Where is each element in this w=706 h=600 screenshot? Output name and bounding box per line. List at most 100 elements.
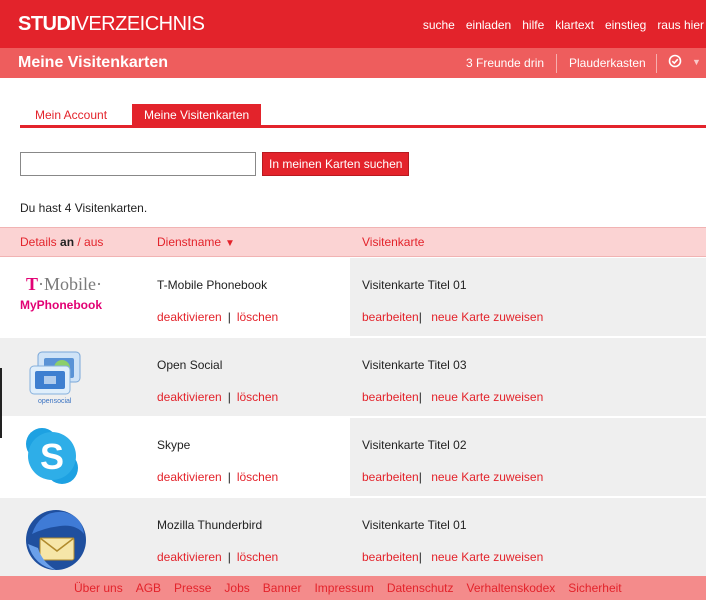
- site-logo[interactable]: STUDIVERZEICHNIS: [18, 13, 205, 36]
- details-separator: /: [74, 235, 85, 249]
- divider: [656, 54, 657, 73]
- edit-link[interactable]: bearbeiten: [362, 550, 419, 564]
- top-bar: STUDIVERZEICHNIS suche einladen hilfe kl…: [0, 0, 706, 48]
- title-bar: Meine Visitenkarten 3 Freunde drin Plaud…: [0, 48, 706, 78]
- row-card-cell: [350, 258, 706, 336]
- column-service-name[interactable]: Dienstname ▼: [157, 235, 235, 249]
- card-actions: bearbeiten| neue Karte zuweisen: [362, 390, 543, 404]
- service-name: T-Mobile Phonebook: [157, 278, 268, 292]
- service-name: Skype: [157, 438, 191, 452]
- search-input[interactable]: [20, 152, 256, 176]
- card-actions: bearbeiten| neue Karte zuweisen: [362, 310, 543, 324]
- row-card-cell: [350, 418, 706, 496]
- card-actions: bearbeiten| neue Karte zuweisen: [362, 550, 543, 564]
- link-separator: |: [418, 550, 422, 564]
- table-row: Mozilla Thunderbird deaktivieren | löschen…: [0, 498, 706, 576]
- table-row: opensocial Open Social deaktivieren | lösc…: [0, 338, 706, 416]
- thunderbird-logo: [20, 504, 140, 570]
- service-actions: deaktivieren | löschen: [157, 550, 278, 564]
- tmobile-wordmark-text: ·Mobile·: [38, 274, 102, 294]
- footer: Über uns AGB Presse Jobs Banner Impressu…: [0, 576, 706, 600]
- edit-link[interactable]: bearbeiten: [362, 390, 419, 404]
- edge-marker: [0, 368, 2, 438]
- nav-start[interactable]: einstieg: [605, 18, 646, 32]
- skype-logo: S: [20, 424, 140, 490]
- tab-my-account[interactable]: Mein Account: [23, 104, 119, 125]
- nav-klartext[interactable]: klartext: [555, 18, 594, 32]
- chat-link[interactable]: Plauderkasten: [569, 56, 646, 70]
- delete-link[interactable]: löschen: [237, 550, 278, 564]
- service-actions: deaktivieren | löschen: [157, 390, 278, 404]
- deactivate-link[interactable]: deaktivieren: [157, 310, 222, 324]
- row-service-cell: T·Mobile· MyPhonebook T-Mobile Phonebook…: [0, 258, 350, 336]
- footer-code-of-conduct[interactable]: Verhaltenskodex: [467, 581, 556, 595]
- assign-card-link[interactable]: neue Karte zuweisen: [431, 390, 543, 404]
- row-card-cell: [350, 338, 706, 416]
- sort-down-icon: ▼: [225, 238, 235, 249]
- assign-card-link[interactable]: neue Karte zuweisen: [431, 550, 543, 564]
- myphonebook-label: MyPhonebook: [20, 298, 103, 312]
- card-title: Visitenkarte Titel 01: [362, 278, 467, 292]
- details-toggle: Details an / aus: [20, 235, 103, 249]
- details-on-link[interactable]: an: [60, 235, 74, 249]
- footer-security[interactable]: Sicherheit: [568, 581, 621, 595]
- top-nav: suche einladen hilfe klartext einstieg r…: [423, 18, 704, 32]
- details-off-link[interactable]: aus: [84, 235, 103, 249]
- link-separator: |: [227, 310, 231, 324]
- table-header: Details an / aus Dienstname ▼ Visitenkart…: [0, 227, 706, 257]
- skype-icon: S: [26, 428, 78, 484]
- row-service-cell: opensocial Open Social deaktivieren | lösc…: [0, 338, 350, 416]
- card-title: Visitenkarte Titel 01: [362, 518, 467, 532]
- card-count: Du hast 4 Visitenkarten.: [20, 201, 148, 215]
- details-label: Details: [20, 235, 61, 249]
- footer-about[interactable]: Über uns: [74, 581, 123, 595]
- tmobile-wordmark: T·Mobile·: [26, 274, 102, 295]
- footer-jobs[interactable]: Jobs: [224, 581, 249, 595]
- assign-card-link[interactable]: neue Karte zuweisen: [431, 470, 543, 484]
- service-name: Open Social: [157, 358, 223, 372]
- thunderbird-icon: [26, 510, 86, 570]
- footer-links: Über uns AGB Presse Jobs Banner Impressu…: [74, 581, 622, 595]
- row-card-cell: [350, 498, 706, 576]
- footer-privacy[interactable]: Datenschutz: [387, 581, 454, 595]
- edit-link[interactable]: bearbeiten: [362, 310, 419, 324]
- edit-link[interactable]: bearbeiten: [362, 470, 419, 484]
- card-actions: bearbeiten| neue Karte zuweisen: [362, 470, 543, 484]
- column-service-label: Dienstname: [157, 235, 222, 249]
- service-name: Mozilla Thunderbird: [157, 518, 263, 532]
- nav-help[interactable]: hilfe: [522, 18, 544, 32]
- link-separator: |: [418, 310, 422, 324]
- nav-invite[interactable]: einladen: [466, 18, 511, 32]
- tmobile-t-icon: T: [26, 274, 39, 294]
- chevron-down-icon[interactable]: ▼: [692, 57, 701, 67]
- nav-search[interactable]: suche: [423, 18, 455, 32]
- link-separator: |: [227, 390, 231, 404]
- nav-logout[interactable]: raus hier: [657, 18, 704, 32]
- delete-link[interactable]: löschen: [237, 470, 278, 484]
- footer-banner[interactable]: Banner: [263, 581, 302, 595]
- service-actions: deaktivieren | löschen: [157, 310, 278, 324]
- delete-link[interactable]: löschen: [237, 390, 278, 404]
- link-separator: |: [227, 550, 231, 564]
- table-row: S Skype deaktivieren | löschen Visitenkart…: [0, 418, 706, 496]
- deactivate-link[interactable]: deaktivieren: [157, 390, 222, 404]
- divider: [556, 54, 557, 73]
- status-check-icon[interactable]: [668, 54, 682, 71]
- footer-imprint[interactable]: Impressum: [314, 581, 373, 595]
- footer-terms[interactable]: AGB: [136, 581, 161, 595]
- logo-bold: STUDI: [18, 13, 76, 35]
- deactivate-link[interactable]: deaktivieren: [157, 470, 222, 484]
- search-button[interactable]: In meinen Karten suchen: [262, 152, 410, 176]
- page-title: Meine Visitenkarten: [18, 54, 168, 71]
- logo-thin: VERZEICHNIS: [75, 13, 205, 35]
- svg-text:S: S: [40, 436, 64, 477]
- card-title: Visitenkarte Titel 03: [362, 358, 467, 372]
- footer-press[interactable]: Presse: [174, 581, 211, 595]
- delete-link[interactable]: löschen: [237, 310, 278, 324]
- tab-my-cards[interactable]: Meine Visitenkarten: [132, 104, 262, 125]
- link-separator: |: [418, 470, 422, 484]
- friends-online[interactable]: 3 Freunde drin: [466, 56, 544, 70]
- deactivate-link[interactable]: deaktivieren: [157, 550, 222, 564]
- link-separator: |: [227, 470, 231, 484]
- assign-card-link[interactable]: neue Karte zuweisen: [431, 310, 543, 324]
